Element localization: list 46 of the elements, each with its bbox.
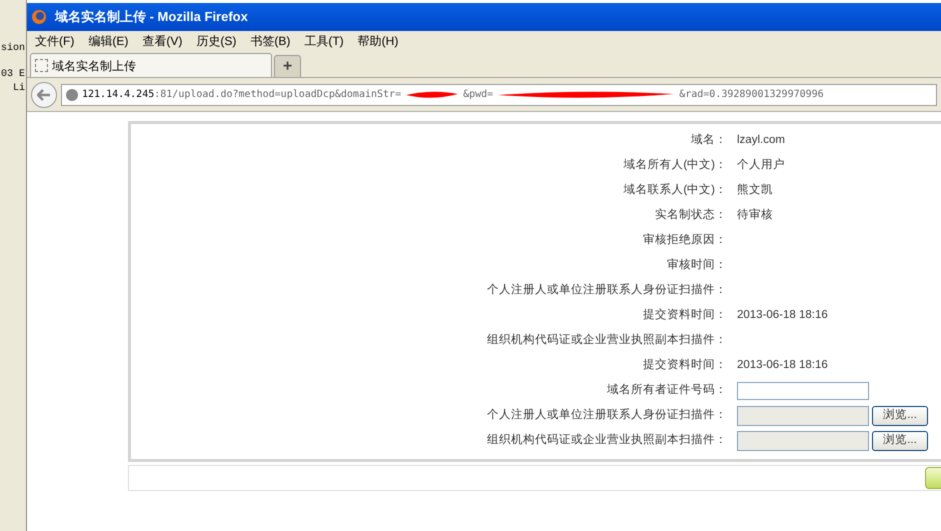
page-icon <box>35 59 48 72</box>
field-label: 个人注册人或单位注册联系人身份证扫描件： <box>486 407 727 423</box>
back-arrow-icon <box>37 88 51 100</box>
url-text: :81/upload.do?method=uploadDcp&domainStr= <box>154 88 402 102</box>
menu-item[interactable]: 历史(S) <box>196 32 236 50</box>
menu-item[interactable]: 帮助(H) <box>358 32 398 50</box>
side-text: sion <box>0 42 26 56</box>
back-button[interactable] <box>31 82 57 108</box>
menu-item[interactable]: 书签(B) <box>250 32 290 50</box>
window-title: 域名实名制上传 - Mozilla Firefox <box>55 8 248 26</box>
side-text: Li <box>12 82 26 96</box>
url-text: &pwd= <box>463 88 494 102</box>
url-host: 121.14.4.245 <box>82 88 154 102</box>
field-label: 提交资料时间： <box>642 307 727 323</box>
browse-button[interactable]: 浏览... <box>872 406 928 426</box>
new-tab-button[interactable]: + <box>274 55 301 77</box>
field-label: 实名制状态： <box>654 207 727 223</box>
field-label: 域名所有人(中文)： <box>622 158 727 173</box>
input-field[interactable] <box>737 382 869 400</box>
browser-tab[interactable]: 域名实名制上传 <box>30 53 272 77</box>
globe-icon <box>31 9 47 25</box>
menu-item[interactable]: 编辑(E) <box>88 32 128 50</box>
field-label: 域名所有者证件号码： <box>606 382 727 398</box>
globe-icon <box>65 88 79 102</box>
field-label: 组织机构代码证或企业营业执照副本扫描件： <box>486 332 727 348</box>
field-label: 审核时间： <box>666 257 727 273</box>
field-value: 2013-06-18 18:16 <box>737 358 828 373</box>
url-text: &rad=0.39289001329970996 <box>679 88 824 102</box>
menu-item[interactable]: 文件(F) <box>35 32 74 50</box>
field-label: 域名： <box>690 132 727 148</box>
address-bar[interactable]: 121.14.4.245:81/upload.do?method=uploadDcp&domainStr= &pwd= &rad=0.39289001329970996 <box>61 84 937 106</box>
field-label: 个人注册人或单位注册联系人身份证扫描件： <box>486 282 727 298</box>
submit-button[interactable] <box>925 467 941 489</box>
field-value: 2013-06-18 18:16 <box>737 308 828 323</box>
field-value: 个人用户 <box>737 157 785 173</box>
browse-button[interactable]: 浏览... <box>872 430 928 450</box>
field-label: 组织机构代码证或企业营业执照副本扫描件： <box>486 432 727 448</box>
field-label: 域名联系人(中文)： <box>622 182 727 198</box>
menu-item[interactable]: 查看(V) <box>142 32 182 50</box>
side-text: 03 E <box>0 68 26 82</box>
field-label: 审核拒绝原因： <box>642 232 727 248</box>
menu-item[interactable]: 工具(T) <box>304 32 344 50</box>
field-value: lzayl.com <box>737 132 785 148</box>
field-value: 熊文凯 <box>737 182 773 198</box>
field-label: 提交资料时间： <box>642 357 727 373</box>
field-value: 待审核 <box>737 207 773 223</box>
